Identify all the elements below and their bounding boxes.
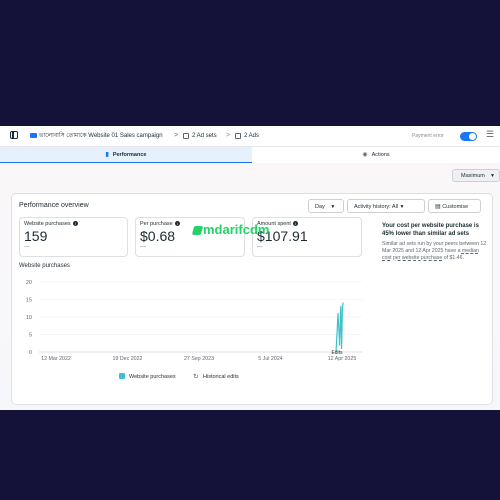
y-tick-label: 15 <box>26 298 32 304</box>
x-tick-label: 19 Dec 2022 <box>112 356 142 362</box>
breadcrumb-separator: > <box>226 132 231 139</box>
customise-button[interactable]: ▤ Customise <box>428 199 481 213</box>
caret-down-icon: ▼ <box>330 204 336 210</box>
data-point <box>342 302 344 304</box>
ads-breadcrumb[interactable]: 2 Ads <box>244 126 259 146</box>
tab-bar: ▮ Performance ◉ Actions <box>0 147 500 163</box>
info-icon[interactable]: i <box>174 221 180 227</box>
overview-title: Performance overview <box>19 202 89 209</box>
actions-icon: ◉ <box>362 152 368 158</box>
tab-label: Actions <box>371 152 390 158</box>
watermark-logo-icon <box>191 226 204 235</box>
y-tick-label: 10 <box>26 315 32 321</box>
metric-delta: — <box>140 244 146 250</box>
x-tick-label: 12 Apr 2025 <box>328 356 357 362</box>
legend-label-website-purchases: Website purchases <box>129 374 176 380</box>
tab-label: Performance <box>112 152 147 158</box>
y-tick-label: 5 <box>29 333 32 339</box>
tab-actions[interactable]: ◉ Actions <box>252 147 500 163</box>
ad-sets-icon <box>183 133 189 139</box>
chart-title: Website purchases <box>19 263 70 269</box>
ads-icon <box>235 133 241 139</box>
metric-card-website-purchases[interactable]: Website purchases i 159 — <box>19 217 128 257</box>
insight-body: Similar ad sets run by your peers betwee… <box>382 241 487 263</box>
y-tick-label: 0 <box>29 350 32 356</box>
day-select[interactable]: Day ▼ <box>308 199 344 213</box>
x-tick-label: 5 Jul 2024 <box>258 356 282 362</box>
payment-error-label[interactable]: Payment error <box>412 126 444 146</box>
sidebar-toggle-icon[interactable] <box>10 131 18 139</box>
maximum-select-value: Maximum <box>461 173 485 179</box>
campaign-folder-icon <box>30 133 37 138</box>
info-icon[interactable]: i <box>292 221 298 227</box>
y-tick-label: 20 <box>26 280 32 286</box>
x-tick-label: 12 Mar 2022 <box>41 356 71 362</box>
history-icon: ↻ <box>193 373 199 381</box>
performance-overview-card: Performance overview Day ▼ Activity hist… <box>11 193 493 405</box>
metric-delta: — <box>24 244 30 250</box>
top-bar: ভালোবাসি তোমাকে Website 01 Sales campaig… <box>0 126 500 147</box>
campaign-breadcrumb[interactable]: ভালোবাসি তোমাকে Website 01 Sales campaig… <box>39 126 163 146</box>
metric-label: Website purchases <box>24 221 71 227</box>
caret-down-icon: ▼ <box>490 173 495 179</box>
activity-history-select[interactable]: Activity history: All ▼ <box>347 199 425 213</box>
insight-title: Your cost per website purchase is 45% lo… <box>382 223 479 237</box>
data-point <box>337 312 339 315</box>
more-options-icon[interactable]: ☰ <box>486 129 494 140</box>
campaign-status-toggle[interactable] <box>460 132 477 141</box>
info-icon[interactable]: i <box>72 221 78 227</box>
caret-down-icon: ▼ <box>399 204 405 210</box>
legend-label-historical-edits: Historical edits <box>203 374 239 380</box>
activity-history-value: Activity history: All <box>354 204 399 210</box>
data-point <box>341 309 343 311</box>
website-purchases-chart: 0 5 10 15 20 12 Mar 2022 19 Dec 2022 27 Sep 202… <box>26 280 362 381</box>
data-point <box>341 347 343 350</box>
customise-icon: ▤ <box>435 204 441 210</box>
metric-value: $107.91 <box>257 228 308 244</box>
main-content: Maximum ▼ Performance overview Day ▼ Acti… <box>0 163 500 410</box>
legend-swatch-website-purchases <box>119 373 125 379</box>
customise-label: Customise <box>442 204 469 210</box>
bar-chart-icon: ▮ <box>105 152 109 158</box>
tab-performance[interactable]: ▮ Performance <box>0 147 252 163</box>
metric-value: 159 <box>24 228 48 244</box>
breadcrumb-separator: > <box>174 132 179 139</box>
metric-delta: — <box>257 244 263 250</box>
edits-annotation: Edits <box>331 350 343 356</box>
insight-text: of $1.46. <box>442 255 464 262</box>
data-point <box>340 305 342 308</box>
x-tick-label: 27 Sep 2023 <box>184 356 214 362</box>
data-point <box>339 344 341 346</box>
watermark-text: mdarifcdm <box>203 222 270 237</box>
metric-label: Per purchase <box>140 221 173 227</box>
ads-manager-window: ভালোবাসি তোমাকে Website 01 Sales campaig… <box>0 126 500 410</box>
day-select-value: Day <box>315 204 325 210</box>
maximum-select[interactable]: Maximum ▼ <box>452 169 500 182</box>
cost-insight-panel: Your cost per website purchase is 45% lo… <box>382 222 487 263</box>
watermark-overlay: mdarifcdm <box>191 222 270 237</box>
adsets-breadcrumb[interactable]: 2 Ad sets <box>192 126 217 146</box>
